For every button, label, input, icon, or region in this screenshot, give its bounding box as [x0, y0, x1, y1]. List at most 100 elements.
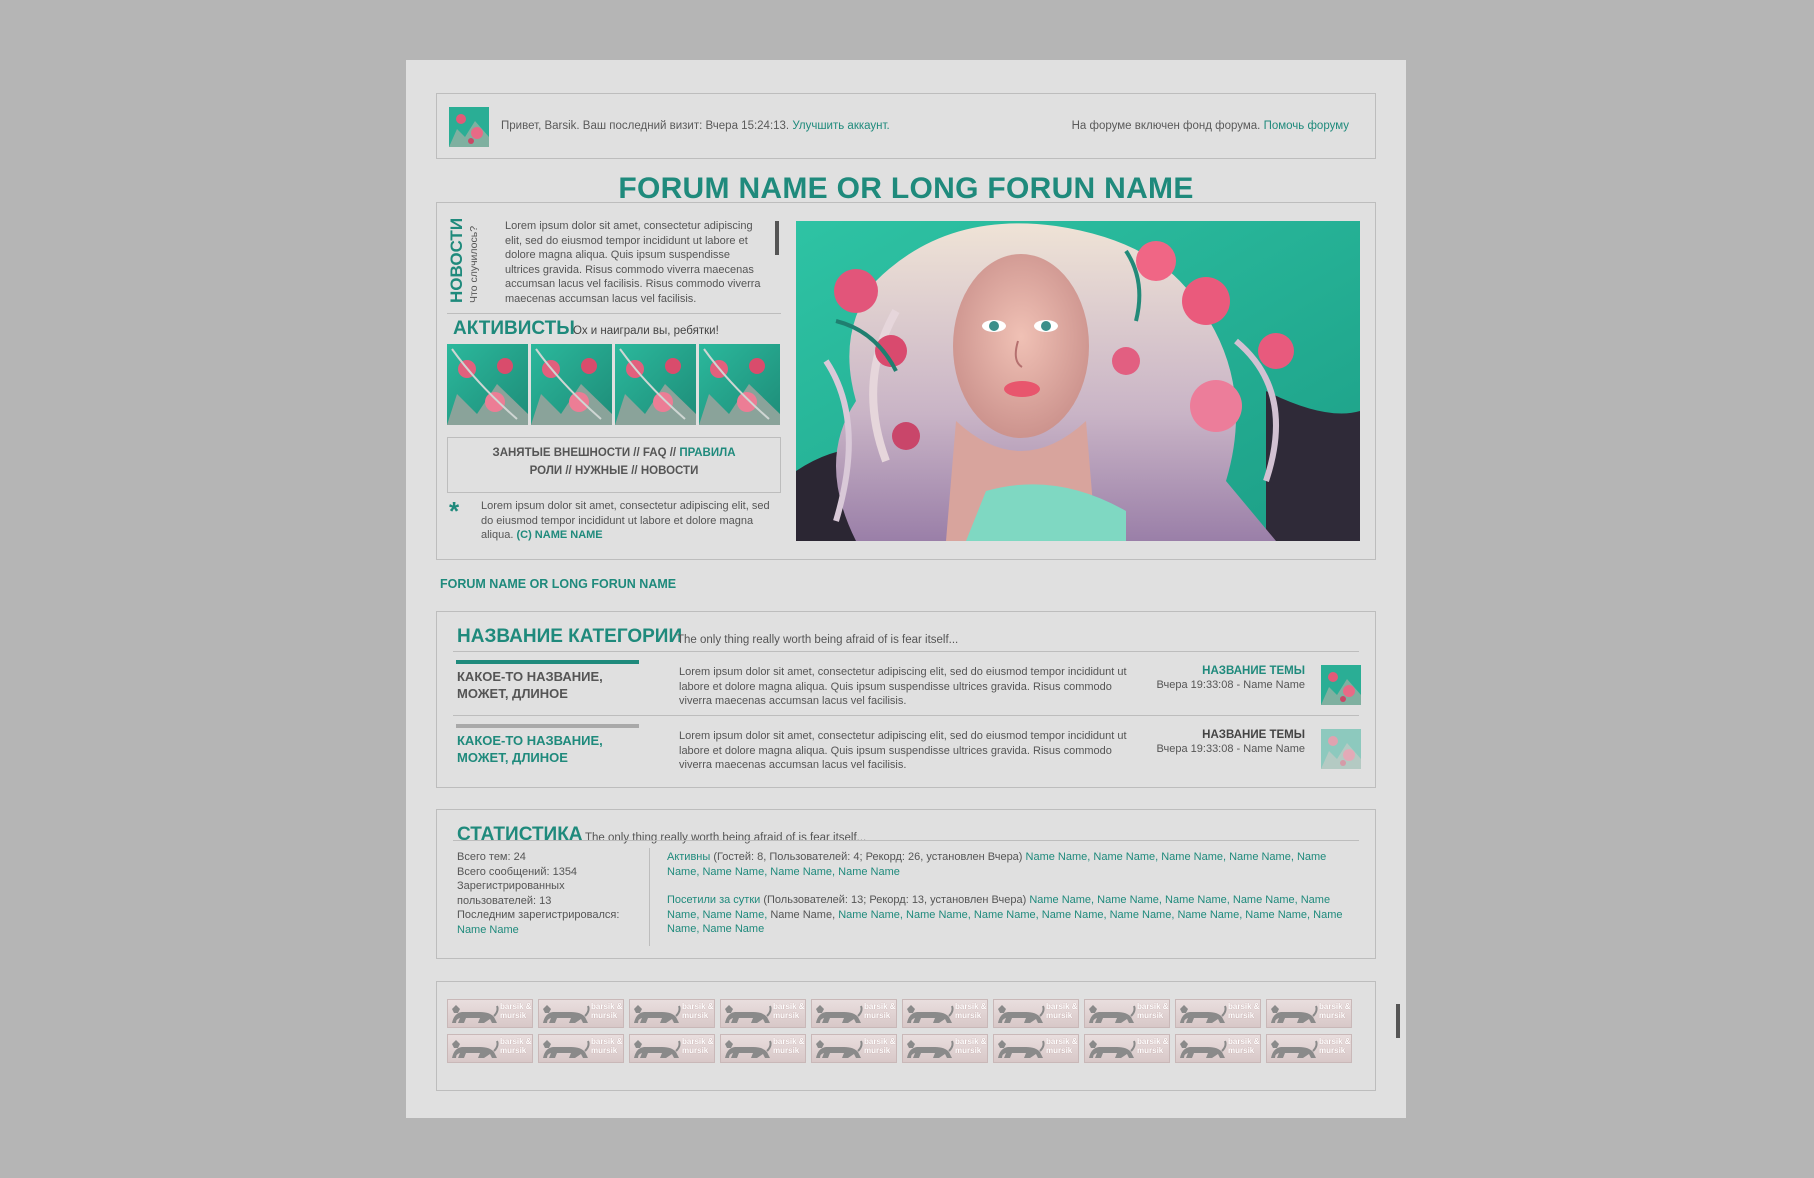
activists-subtitle: Ох и наиграли вы, ребятки!	[573, 325, 719, 337]
category-block: НАЗВАНИЕ КАТЕГОРИИ The only thing really…	[436, 611, 1376, 788]
cat-icon	[907, 1005, 954, 1023]
partner-banner[interactable]: barsik & mursik	[720, 1034, 806, 1063]
active-users: Активны (Гостей: 8, Пользователей: 4; Ре…	[667, 850, 1357, 879]
partner-banner[interactable]: barsik & mursik	[811, 1034, 897, 1063]
news-heading: НОВОСТИ Что случилось?	[447, 218, 480, 303]
total-topics: Всего тем: 24	[457, 851, 526, 863]
banners-scrollbar[interactable]	[1396, 1004, 1400, 1038]
statistics-summary: Всего тем: 24 Всего сообщений: 1354 Заре…	[457, 850, 627, 937]
last-topic-title[interactable]: НАЗВАНИЕ ТЕМЫ	[1202, 665, 1305, 677]
statistics-subtitle: The only thing really worth being afraid…	[585, 832, 867, 844]
cat-icon	[1180, 1040, 1227, 1058]
active-label[interactable]: Активны	[667, 851, 710, 863]
divider	[453, 715, 1359, 716]
breadcrumb[interactable]: FORUM NAME OR LONG FORUN NAME	[440, 577, 676, 591]
partner-banner[interactable]: barsik & mursik	[811, 999, 897, 1028]
forum-name[interactable]: КАКОЕ-ТО НАЗВАНИЕ, МОЖЕТ, ДЛИНОЕ	[457, 669, 637, 702]
last-poster-avatar[interactable]	[1321, 665, 1361, 705]
cat-icon	[634, 1005, 681, 1023]
banner-label: barsik & mursik	[682, 1002, 714, 1020]
cat-icon	[725, 1040, 772, 1058]
user-bar: Привет, Barsik. Ваш последний визит: Вче…	[436, 93, 1376, 159]
last-poster-avatar[interactable]	[1321, 729, 1361, 769]
forum-status-bar	[456, 724, 639, 728]
banner-grid: barsik & mursik barsik & mursik barsik & m…	[447, 999, 1352, 1063]
forum-name[interactable]: КАКОЕ-ТО НАЗВАНИЕ, МОЖЕТ, ДЛИНОЕ	[457, 733, 637, 766]
statistics-block: СТАТИСТИКА The only thing really worth b…	[436, 809, 1376, 959]
partner-banner[interactable]: barsik & mursik	[720, 999, 806, 1028]
visited-user-list-2[interactable]: Name Name, Name Name, Name Name, Name Na…	[667, 909, 1343, 936]
partner-banner[interactable]: barsik & mursik	[629, 1034, 715, 1063]
visited-users: Посетили за сутки (Пользователей: 13; Ре…	[667, 893, 1357, 937]
cat-icon	[816, 1040, 863, 1058]
rules-link[interactable]: ПРАВИЛА	[679, 447, 735, 459]
partner-banner[interactable]: barsik & mursik	[1175, 1034, 1261, 1063]
greeting-message: Привет, Barsik. Ваш последний визит: Вче…	[501, 120, 790, 132]
fund-text: На форуме включен фонд форума. Помочь фо…	[1072, 120, 1349, 132]
divider	[649, 848, 650, 946]
partner-banner[interactable]: barsik & mursik	[993, 1034, 1079, 1063]
quick-links: ЗАНЯТЫЕ ВНЕШНОСТИ // FAQ // ПРАВИЛА РОЛИ…	[447, 437, 781, 493]
divider	[453, 651, 1359, 652]
banner-label: barsik & mursik	[1137, 1037, 1169, 1055]
banner-label: barsik & mursik	[864, 1002, 896, 1020]
online-info: Активны (Гостей: 8, Пользователей: 4; Ре…	[667, 850, 1357, 937]
forum-description: Lorem ipsum dolor sit amet, consectetur …	[679, 730, 1127, 771]
fund-message: На форуме включен фонд форума.	[1071, 120, 1261, 132]
greeting-text: Привет, Barsik. Ваш последний визит: Вче…	[501, 120, 890, 132]
last-topic-title[interactable]: НАЗВАНИЕ ТЕМЫ	[1202, 729, 1305, 741]
activist-avatar[interactable]	[699, 344, 780, 425]
partner-banner[interactable]: barsik & mursik	[629, 999, 715, 1028]
forum-description: Lorem ipsum dolor sit amet, consectetur …	[679, 666, 1127, 707]
activist-avatar[interactable]	[447, 344, 528, 425]
visited-label[interactable]: Посетили за сутки	[667, 894, 760, 906]
banner-label: barsik & mursik	[591, 1037, 623, 1055]
upgrade-account-link[interactable]: Улучшить аккаунт.	[792, 120, 889, 132]
forum-row[interactable]: КАКОЕ-ТО НАЗВАНИЕ, МОЖЕТ, ДЛИНОЕ Lorem i…	[437, 724, 1377, 788]
cat-icon	[452, 1005, 499, 1023]
divider	[447, 313, 781, 314]
partner-banner[interactable]: barsik & mursik	[1175, 999, 1261, 1028]
partner-banner[interactable]: barsik & mursik	[993, 999, 1079, 1028]
last-registered-user[interactable]: Name Name	[457, 923, 627, 938]
partner-banner[interactable]: barsik & mursik	[447, 1034, 533, 1063]
banner-label: barsik & mursik	[1137, 1002, 1169, 1020]
activist-avatar[interactable]	[531, 344, 612, 425]
partner-banner[interactable]: barsik & mursik	[447, 999, 533, 1028]
partner-banner[interactable]: barsik & mursik	[1084, 1034, 1170, 1063]
banner-label: barsik & mursik	[500, 1037, 532, 1055]
banner-label: barsik & mursik	[1046, 1002, 1078, 1020]
news-scrollbar[interactable]	[775, 221, 779, 255]
partner-banner[interactable]: barsik & mursik	[538, 1034, 624, 1063]
partner-banner[interactable]: barsik & mursik	[1266, 1034, 1352, 1063]
last-topic-date: Вчера 19:33:08 - Name Name	[1156, 743, 1305, 755]
forum-title: FORUM NAME OR LONG FORUN NAME	[618, 172, 1194, 205]
quote-author: (C) NAME NAME	[516, 529, 603, 541]
visited-user-plain[interactable]: Name Name,	[770, 909, 835, 921]
last-registered-label: Последним зарегистрировался:	[457, 909, 620, 921]
banner-label: barsik & mursik	[773, 1037, 805, 1055]
quick-links-row1[interactable]: ЗАНЯТЫЕ ВНЕШНОСТИ // FAQ //	[492, 447, 676, 459]
category-title: НАЗВАНИЕ КАТЕГОРИИ	[457, 626, 683, 647]
cat-icon	[543, 1040, 590, 1058]
cat-icon	[634, 1040, 681, 1058]
quote-text: Lorem ipsum dolor sit amet, consectetur …	[481, 499, 781, 543]
partner-banner[interactable]: barsik & mursik	[1084, 999, 1170, 1028]
partner-banner[interactable]: barsik & mursik	[1266, 999, 1352, 1028]
partner-banner[interactable]: barsik & mursik	[902, 1034, 988, 1063]
active-info: (Гостей: 8, Пользователей: 4; Рекорд: 26…	[713, 851, 1023, 863]
banner-label: barsik & mursik	[1046, 1037, 1078, 1055]
help-forum-link[interactable]: Помочь форуму	[1264, 120, 1349, 132]
quick-links-row2[interactable]: РОЛИ // НУЖНЫЕ // НОВОСТИ	[448, 465, 780, 477]
activist-avatar[interactable]	[615, 344, 696, 425]
asterisk-icon: *	[449, 496, 460, 526]
banner-label: barsik & mursik	[1228, 1002, 1260, 1020]
cat-icon	[998, 1040, 1045, 1058]
banner-label: barsik & mursik	[773, 1002, 805, 1020]
cat-icon	[907, 1040, 954, 1058]
user-avatar[interactable]	[449, 107, 489, 147]
partner-banner[interactable]: barsik & mursik	[902, 999, 988, 1028]
partner-banner[interactable]: barsik & mursik	[538, 999, 624, 1028]
banner-label: barsik & mursik	[1319, 1037, 1351, 1055]
statistics-title: СТАТИСТИКА	[457, 824, 583, 845]
